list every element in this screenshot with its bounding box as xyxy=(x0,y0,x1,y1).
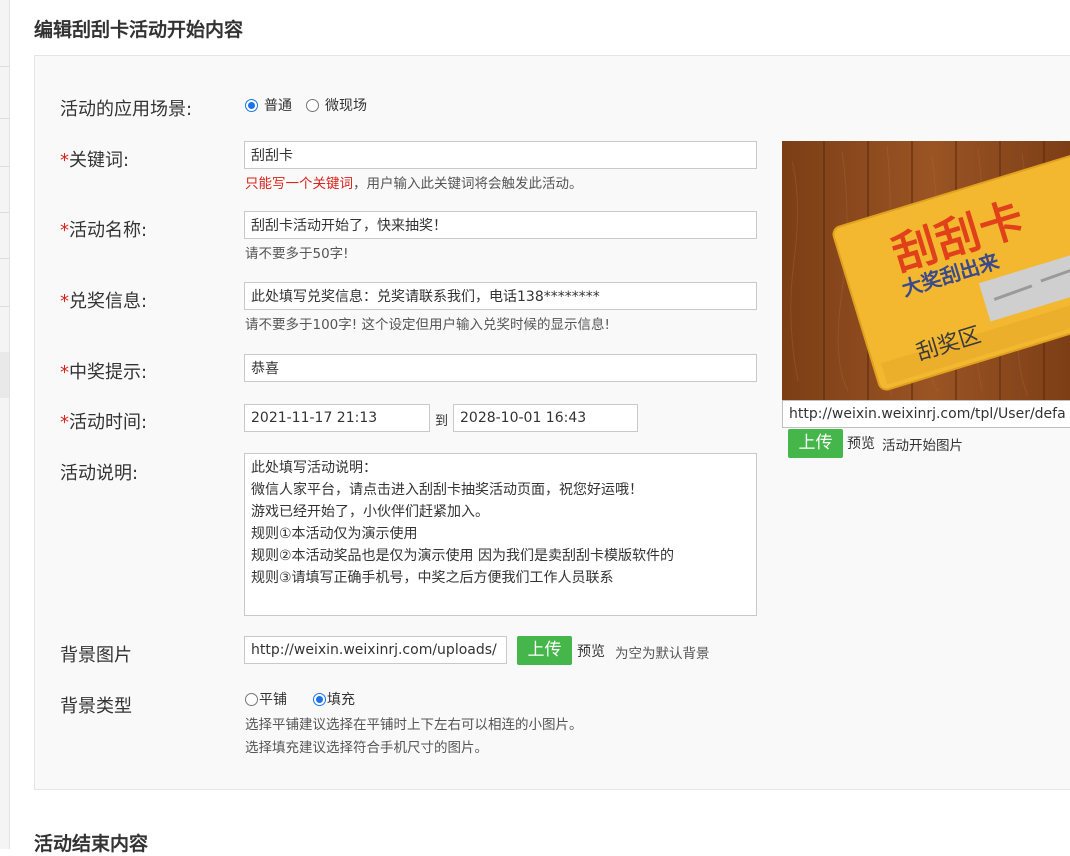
description-textarea[interactable]: 此处填写活动说明： 微信人家平台，请点击进入刮刮卡抽奖活动页面，祝您好运哦！ 游… xyxy=(244,453,757,616)
activity-time-label: *活动时间: xyxy=(60,408,147,434)
start-image-preview-link[interactable]: 预览 xyxy=(847,433,875,453)
rail-divider xyxy=(0,118,9,119)
win-tip-label: *中奖提示: xyxy=(60,358,147,384)
start-image-upload-button[interactable]: 上传 xyxy=(788,429,843,458)
start-image-caption: 活动开始图片 xyxy=(882,438,963,454)
bg-type-fill-radio[interactable] xyxy=(313,692,326,706)
bg-type-tile-label[interactable]: 平铺 xyxy=(259,689,287,709)
rail-divider xyxy=(0,166,9,167)
scene-live-radio[interactable] xyxy=(306,98,319,112)
activity-name-label: *活动名称: xyxy=(60,216,147,242)
keyword-hint: 只能写一个关键词，用户输入此关键词将会触发此活动。 xyxy=(245,172,583,192)
bg-image-note: 为空为默认背景 xyxy=(615,646,710,662)
end-time-input[interactable] xyxy=(453,404,638,432)
end-section-title: 活动结束内容 xyxy=(34,833,149,855)
keyword-input[interactable] xyxy=(244,141,757,169)
scene-live-label[interactable]: 微现场 xyxy=(325,95,367,115)
activity-name-hint: 请不要多于50字! xyxy=(245,246,349,262)
bg-image-url-input[interactable] xyxy=(244,636,507,664)
bg-image-preview-link[interactable]: 预览 xyxy=(577,641,605,661)
required-mark: * xyxy=(60,412,69,433)
win-tip-label-text: 中奖提示: xyxy=(69,362,148,383)
page-title: 编辑刮刮卡活动开始内容 xyxy=(34,19,244,41)
time-to-label: 到 xyxy=(435,414,449,429)
start-image-preview: 刮刮卡 大奖刮出来 刮奖区 xyxy=(782,141,1070,401)
scene-normal-radio[interactable] xyxy=(245,98,258,112)
required-mark: * xyxy=(60,220,69,241)
keyword-hint-rest: ，用户输入此关键词将会触发此活动。 xyxy=(353,176,583,192)
activity-name-label-text: 活动名称: xyxy=(69,220,148,241)
prize-info-input[interactable] xyxy=(244,282,757,310)
scene-normal-label[interactable]: 普通 xyxy=(264,95,292,115)
prize-info-hint: 请不要多于100字! 这个设定但用户输入兑奖时候的显示信息! xyxy=(245,317,610,333)
rail-divider xyxy=(0,306,9,307)
keyword-label-text: 关键词: xyxy=(69,150,130,171)
keyword-hint-warning: 只能写一个关键词 xyxy=(245,176,353,192)
activity-name-input[interactable] xyxy=(244,211,757,239)
keyword-label: *关键词: xyxy=(60,146,129,172)
bg-type-radio-group: 平铺 填充 xyxy=(245,689,355,709)
required-mark: * xyxy=(60,150,69,171)
bg-type-tile-radio[interactable] xyxy=(245,692,258,706)
bg-type-hint-1: 选择平铺建议选择在平铺时上下左右可以相连的小图片。 xyxy=(245,717,583,733)
scene-radio-group: 普通 微现场 xyxy=(245,95,367,115)
prize-info-label: *兑奖信息: xyxy=(60,287,147,313)
description-label: 活动说明: xyxy=(60,463,139,484)
rail-active-item[interactable] xyxy=(0,352,9,398)
activity-time-label-text: 活动时间: xyxy=(69,412,148,433)
required-mark: * xyxy=(60,362,69,383)
rail-divider xyxy=(0,212,9,213)
bg-image-upload-button[interactable]: 上传 xyxy=(517,636,572,665)
prize-info-label-text: 兑奖信息: xyxy=(69,291,148,312)
bg-type-label: 背景类型 xyxy=(60,696,132,717)
bg-type-hint-2: 选择填充建议选择符合手机尺寸的图片。 xyxy=(245,740,488,756)
left-sidebar-rail xyxy=(0,0,10,849)
win-tip-input[interactable] xyxy=(244,354,757,382)
rail-divider xyxy=(0,258,9,259)
scene-label: 活动的应用场景: xyxy=(60,99,193,120)
required-mark: * xyxy=(60,291,69,312)
start-time-input[interactable] xyxy=(244,404,430,432)
bg-image-label: 背景图片 xyxy=(60,645,132,666)
rail-divider xyxy=(0,66,9,67)
bg-type-fill-label[interactable]: 填充 xyxy=(327,689,355,709)
start-image-url-input[interactable] xyxy=(782,400,1070,428)
